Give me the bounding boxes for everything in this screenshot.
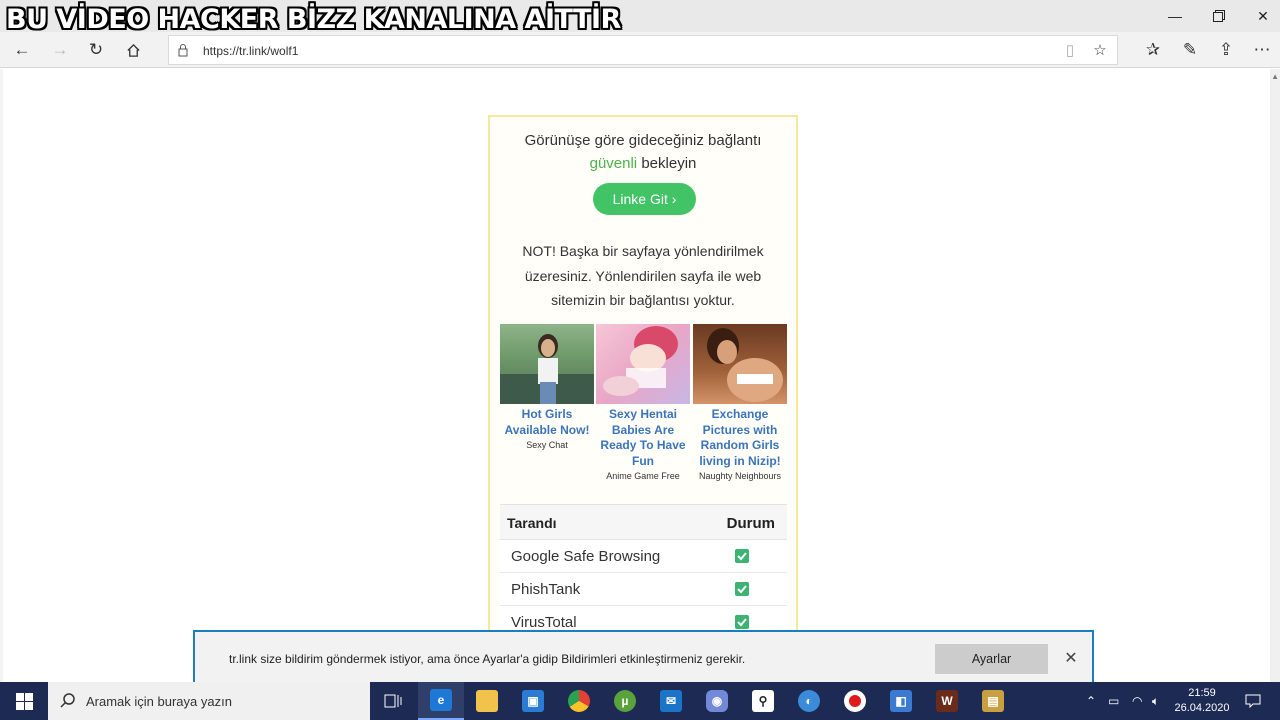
- message-tail: bekleyin: [641, 155, 697, 172]
- search-icon: [60, 693, 75, 708]
- chrome-icon[interactable]: [556, 682, 602, 720]
- video-watermark-text: BU VİDEO HACKER BİZZ KANALINA AİTTİR: [6, 4, 621, 35]
- browser-globe-icon[interactable]: ◐: [786, 682, 832, 720]
- check-icon: [735, 549, 749, 563]
- header-scanned: Tarandı: [507, 515, 557, 531]
- utorrent-icon[interactable]: µ: [602, 682, 648, 720]
- notification-text: tr.link size bildirim göndermek istiyor,…: [229, 652, 746, 666]
- counter-strike-icon[interactable]: ⚲: [740, 682, 786, 720]
- scrollbar[interactable]: [1270, 69, 1280, 682]
- refresh-icon[interactable]: ↻: [78, 32, 114, 68]
- game-icon[interactable]: W: [924, 682, 970, 720]
- home-icon[interactable]: [115, 32, 151, 68]
- ad-image[interactable]: [596, 324, 690, 404]
- favorite-star-icon[interactable]: ☆: [1085, 36, 1115, 64]
- web-note-icon[interactable]: ✎: [1172, 32, 1208, 68]
- windows-start-icon[interactable]: [0, 682, 48, 720]
- app-tile-icon[interactable]: ▤: [970, 682, 1016, 720]
- maximize-icon[interactable]: [1196, 0, 1242, 32]
- ad-source: Anime Game Free: [606, 471, 680, 481]
- task-view-icon[interactable]: [370, 682, 416, 720]
- safe-word: güvenli: [589, 155, 638, 172]
- notifications-icon[interactable]: [1245, 682, 1261, 720]
- forward-icon[interactable]: →: [42, 32, 78, 68]
- scanner-name: PhishTank: [511, 581, 581, 598]
- ad-image[interactable]: [693, 324, 787, 404]
- search-placeholder: Aramak için buraya yazın: [86, 694, 232, 709]
- scroll-up-icon[interactable]: ▲: [1271, 72, 1279, 81]
- more-menu-icon[interactable]: ⋯: [1244, 32, 1280, 68]
- store-icon[interactable]: ▣: [510, 682, 556, 720]
- ad-item[interactable]: Sexy Hentai Babies Are Ready To Have Fun…: [596, 324, 690, 481]
- reading-view-icon[interactable]: ▯: [1055, 36, 1085, 64]
- notification-bar: tr.link size bildirim göndermek istiyor,…: [193, 630, 1094, 682]
- edge-browser-icon[interactable]: e: [418, 682, 464, 720]
- system-clock[interactable]: 21:59 26.04.2020: [1166, 686, 1238, 716]
- record-icon[interactable]: [832, 682, 878, 720]
- taskbar: Aramak için buraya yazın e ▣ µ ✉ ◉ ⚲ ◐ ◧…: [0, 682, 1280, 720]
- volume-icon[interactable]: 🔈︎: [1152, 682, 1159, 720]
- network-icon[interactable]: ◠: [1132, 682, 1142, 720]
- file-explorer-icon[interactable]: [464, 682, 510, 720]
- scanner-name: VirusTotal: [511, 614, 577, 631]
- ad-item[interactable]: Exchange Pictures with Random Girls livi…: [693, 324, 787, 481]
- ad-image[interactable]: [500, 324, 594, 404]
- tray-chevron-icon[interactable]: ⌃: [1086, 682, 1096, 720]
- screen: — ✕ BU VİDEO HACKER BİZZ KANALINA AİTTİR…: [0, 0, 1280, 720]
- taskbar-search[interactable]: Aramak için buraya yazın: [48, 682, 370, 720]
- scanner-name: Google Safe Browsing: [511, 548, 661, 565]
- app-window-icon[interactable]: ◧: [878, 682, 924, 720]
- minimize-icon[interactable]: —: [1152, 0, 1198, 32]
- address-bar[interactable]: https://tr.link/wolf1 ▯ ☆: [168, 35, 1118, 65]
- scan-table: Tarandı Durum Google Safe Browsing Phish…: [500, 504, 787, 639]
- close-window-icon[interactable]: ✕: [1240, 0, 1280, 32]
- discord-icon[interactable]: ◉: [694, 682, 740, 720]
- table-row: PhishTank: [500, 573, 787, 606]
- redirect-note: NOT! Başka bir sayfaya yönlendirilmek üz…: [522, 243, 764, 308]
- check-icon: [735, 582, 749, 596]
- url-text: https://tr.link/wolf1: [203, 44, 299, 58]
- favorites-hub-icon[interactable]: ✰: [1135, 32, 1171, 68]
- check-icon: [735, 615, 749, 629]
- ad-title[interactable]: Sexy Hentai Babies Are Ready To Have Fun: [596, 407, 690, 469]
- close-icon[interactable]: ✕: [1061, 648, 1081, 668]
- message-line1: Görünüşe göre gideceğiniz bağlantı: [524, 132, 762, 149]
- table-row: Google Safe Browsing: [500, 540, 787, 573]
- ad-grid: Hot Girls Available Now! Sexy Chat Sexy …: [500, 324, 788, 484]
- clock-time: 21:59: [1188, 687, 1216, 699]
- table-header: Tarandı Durum: [500, 504, 787, 540]
- header-status: Durum: [726, 515, 775, 532]
- ad-title[interactable]: Hot Girls Available Now!: [500, 407, 594, 438]
- ad-title[interactable]: Exchange Pictures with Random Girls livi…: [693, 407, 787, 469]
- safe-link-message: Görünüşe göre gideceğiniz bağlantı güven…: [490, 129, 796, 175]
- redirect-card: Görünüşe göre gideceğiniz bağlantı güven…: [488, 115, 798, 682]
- battery-icon[interactable]: ▭: [1108, 682, 1119, 720]
- ad-source: Naughty Neighbours: [698, 471, 782, 481]
- back-icon[interactable]: ←: [4, 32, 40, 68]
- share-icon[interactable]: ⇪: [1208, 32, 1244, 68]
- ad-item[interactable]: Hot Girls Available Now! Sexy Chat: [500, 324, 594, 450]
- settings-button[interactable]: Ayarlar: [935, 644, 1048, 674]
- ad-source: Sexy Chat: [526, 440, 568, 450]
- go-to-link-button[interactable]: Linke Git ›: [593, 183, 696, 215]
- lock-icon: [178, 44, 188, 57]
- clock-date: 26.04.2020: [1174, 702, 1230, 714]
- mail-icon[interactable]: ✉: [648, 682, 694, 720]
- browser-toolbar: ← → ↻ https://tr.link/wolf1 ▯ ☆ ✰ ✎ ⇪ ⋯: [0, 32, 1280, 68]
